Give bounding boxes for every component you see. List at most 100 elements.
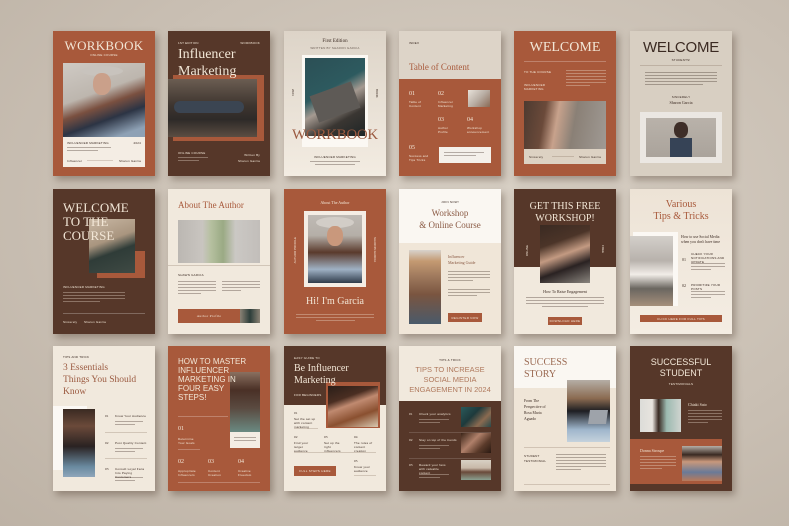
page-success-story[interactable]: SUCCESS STORY From The Perspective of Ro… [514, 346, 616, 491]
edition-sub: WRITTEN BY SHARON GARCIA [310, 46, 360, 50]
student2-photo [682, 446, 722, 481]
item-label[interactable]: Table of Content [409, 100, 427, 108]
item-label[interactable]: Influencer Marketing [438, 100, 460, 108]
label1: TO THE COURSE [524, 70, 552, 74]
page-welcome-sand[interactable]: WELCOME STUDENTS! SINCERELY Sharon Garci… [630, 31, 732, 176]
page-welcome-rust[interactable]: WELCOME TO THE COURSE INFLUENCER MARKETI… [514, 31, 616, 176]
title-line5: STEPS! [178, 393, 207, 402]
divider [178, 449, 200, 450]
step-num: 04 [238, 459, 244, 465]
page-workshop-online-course[interactable]: JOIN NOW! Workshop & Online Course Influ… [399, 189, 501, 334]
thumbnail [240, 309, 260, 323]
signature-label: SINCERELY [671, 95, 691, 99]
face-shape [93, 73, 111, 95]
guide-photo [328, 386, 378, 427]
page-workbook-cover[interactable]: WORKBOOK ONLINE COURSE INFLUENCER MARKET… [53, 31, 155, 176]
tip-text [419, 445, 449, 451]
page-table-of-content[interactable]: INDEX Table of Content 01 Table of Conte… [399, 31, 501, 176]
page-about-the-author[interactable]: About The Author SHAWN GARCIA Author Pro… [168, 189, 270, 334]
divider [640, 65, 722, 66]
full-steps-button[interactable]: FULL STEPS HERE [294, 466, 336, 476]
edition: First Edition [322, 39, 348, 44]
page-get-this-free-workshop[interactable]: GET THIS FREE WORKSHOP! ONLINE FREE How … [514, 189, 616, 334]
tip-text [691, 263, 725, 272]
item-num: 05 [409, 145, 415, 151]
page-successful-student[interactable]: SUCCESSFUL STUDENT TESTIMONIALS Chiaki S… [630, 346, 732, 491]
tip-label: Check your analytics [419, 412, 451, 416]
title-line1: Various [665, 199, 697, 210]
title-line1: WELCOME [63, 200, 129, 215]
page-how-to-master[interactable]: HOW TO MASTER INFLUENCER MARKETING IN FO… [168, 346, 270, 491]
step-num: 03 [324, 435, 328, 439]
step-num: 05 [354, 459, 358, 463]
tip-photo [461, 433, 491, 453]
title-line1: HOW TO MASTER [178, 357, 247, 366]
tag: EASY GUIDE TO [294, 356, 320, 360]
body-text [67, 147, 111, 153]
title-line1: SUCCESS [524, 357, 568, 368]
title-line2: STORY [524, 369, 557, 380]
tip-text [691, 291, 725, 300]
written-by: Written By [244, 153, 260, 157]
page-first-edition-cover[interactable]: First Edition WRITTEN BY SHARON GARCIA 2… [284, 31, 386, 176]
author-profile-button[interactable]: Author Profile [178, 309, 240, 323]
title-line2: Marketing [178, 64, 237, 79]
step-num: 02 [294, 435, 298, 439]
workshop-photo [540, 225, 590, 283]
page-subtitle: STUDENTS! [671, 58, 691, 62]
side-left: ONLINE [525, 245, 529, 257]
footer-left: Sincerely [529, 155, 544, 159]
tip-label: Stay on top of the trends [419, 438, 457, 442]
label-line1: STUDENT [524, 454, 540, 458]
title-line1: SUCCESSFUL [650, 357, 712, 367]
page-be-influencer-marketing[interactable]: EASY GUIDE TO Be Influencer Marketing FO… [284, 346, 386, 491]
figure-shape [174, 101, 244, 113]
title-line1: TIPS TO INCREASE [415, 365, 485, 374]
page-welcome-to-the-course[interactable]: WELCOME TO THE COURSE INFLUENCER MARKETI… [53, 189, 155, 334]
note-box [439, 147, 491, 163]
page-hi-im-garcia[interactable]: About The Author AUTHOR PROFILE SHARON G… [284, 189, 386, 334]
page-title: Table of Content [409, 62, 470, 72]
title-line2: STUDENT [659, 368, 703, 378]
item-label[interactable]: Success and Tips Tricks [409, 154, 433, 162]
title-line2: SOCIAL MEDIA [423, 375, 477, 384]
divider [105, 458, 147, 459]
quote-line3: Rosa Maria [524, 411, 542, 415]
tip-text [419, 419, 449, 425]
item-label: Post Quality Content [115, 441, 147, 445]
tag: About The Author [320, 200, 350, 205]
item-num: 02 [438, 91, 444, 97]
page-title: Hi! I'm Garcia [306, 296, 364, 307]
title-line2: & Online Course [419, 220, 481, 230]
divider [178, 482, 260, 483]
divider [294, 452, 376, 453]
welcome-photo [524, 101, 606, 149]
title-line1: 3 Essentials [63, 363, 109, 373]
tip-num: 01 [682, 257, 686, 262]
page-influencer-marketing-cover[interactable]: 1ST EDITION WORKBOOK Influencer Marketin… [168, 31, 270, 176]
page-three-essentials[interactable]: TIPS AND TRICK 3 Essentials Things You S… [53, 346, 155, 491]
page-various-tips-tricks[interactable]: Various Tips & Tricks How to use Social … [630, 189, 732, 334]
cover-photo [305, 58, 365, 136]
side-right: BOOK [375, 89, 379, 98]
label: INFLUENCER MARKETING [314, 155, 356, 159]
download-button[interactable]: DOWNLOAD HERE [548, 317, 582, 325]
full-tips-button[interactable]: CLICK HERE FOR FULL TIPS [640, 315, 722, 322]
page-tips-to-increase[interactable]: TIPS & TRICK TIPS TO INCREASE SOCIAL MED… [399, 346, 501, 491]
item-label[interactable]: Workshop announcement [467, 126, 491, 134]
register-button[interactable]: REGISTER NOW [448, 313, 482, 322]
laptop-shape [309, 81, 361, 123]
item-label[interactable]: Author Profile [438, 126, 456, 134]
tip-num: 03 [409, 463, 413, 467]
footer-bar: Sincerely Sharon Garcia [524, 149, 606, 164]
title-line2: INFLUENCER [178, 366, 230, 375]
page-title: WELCOME [529, 40, 601, 55]
divider [354, 475, 376, 476]
title-line3: MARKETING IN [178, 375, 236, 384]
body-text [448, 271, 490, 283]
title-line2: TO THE [63, 214, 109, 229]
divider [178, 416, 228, 417]
body-text [310, 161, 360, 167]
quote-line4: Aguado [524, 417, 537, 421]
body-text [178, 157, 208, 163]
